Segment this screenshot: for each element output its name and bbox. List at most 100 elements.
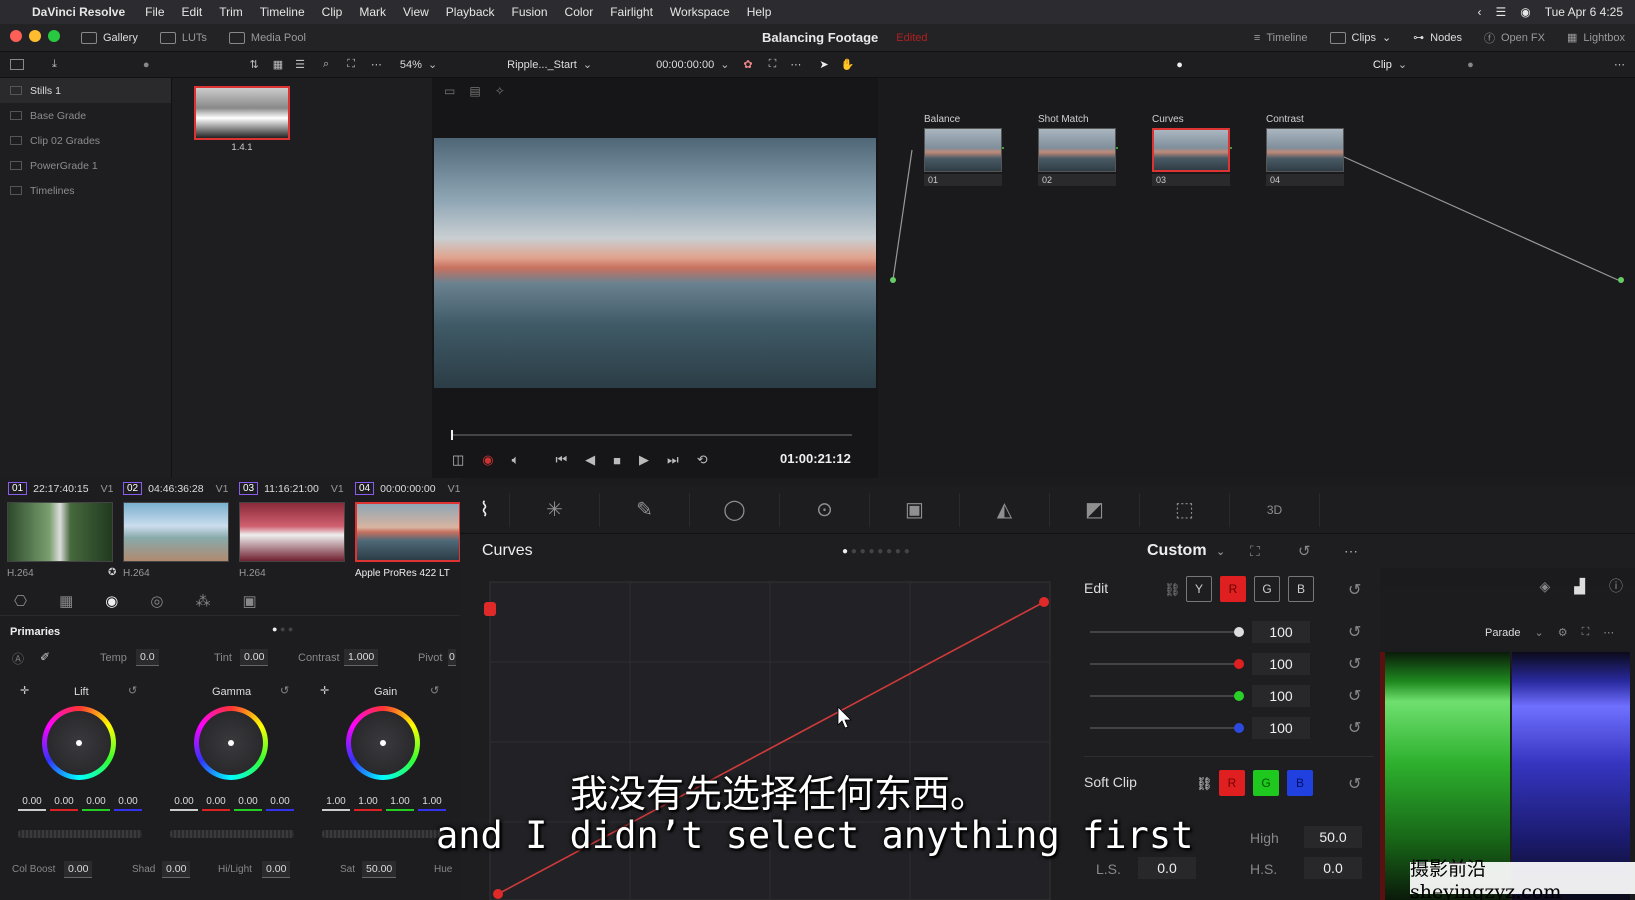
lift-wheel-dot[interactable] [76,740,82,746]
camera-raw-icon[interactable]: ⎔ [14,592,27,610]
clip-thumbnail[interactable] [239,502,345,562]
video-frame[interactable] [434,138,876,388]
reset-icon[interactable]: ↺ [1348,718,1361,738]
3d-icon[interactable]: 3D [1230,492,1320,527]
reset-icon[interactable]: ↺ [1348,622,1361,642]
link-icon[interactable]: ⛓ [1196,776,1213,792]
magic-mask-icon[interactable]: ▣ [870,492,960,527]
curve-preset-select[interactable]: Custom [1147,542,1207,560]
blur-icon[interactable]: ◭ [960,492,1050,527]
picker-icon[interactable]: ✐ [40,650,50,664]
more-icon[interactable]: ⋯ [1614,58,1625,71]
expand-icon[interactable]: ⛶ [1250,543,1260,560]
keyframe-icon[interactable]: ◈ [1539,578,1550,595]
app-name[interactable]: DaVinci Resolve [32,5,125,19]
audio-icon[interactable]: 🔈︎ [512,452,520,468]
lightbox-button[interactable]: ▦ Lightbox [1567,31,1625,45]
gamma-wheel-dot[interactable] [228,740,234,746]
softclip-r-button[interactable]: R [1219,770,1245,796]
gamma-g-value[interactable]: 0.00 [234,796,262,811]
key-icon[interactable]: ◩ [1050,492,1140,527]
sat-value[interactable]: 50.00 [362,861,397,878]
g-slider[interactable] [1090,695,1240,697]
window-icon[interactable]: ◯ [690,492,780,527]
temp-value[interactable]: 0.0 [136,649,159,666]
color-wheels-icon[interactable]: ◉ [105,592,118,610]
menu-trim[interactable]: Trim [219,5,243,19]
more-icon[interactable]: ⋯ [790,58,801,71]
stills-item[interactable]: Clip 02 Grades [0,128,171,153]
node-curves[interactable]: Curves 03 [1152,114,1234,186]
record-icon[interactable]: ◉ [482,452,493,468]
gain-master-wheel[interactable] [322,830,446,838]
channel-g-button[interactable]: G [1254,576,1280,602]
reset-icon[interactable]: ↺ [1348,654,1361,674]
reset-icon[interactable]: ↺ [280,684,289,697]
list-view-icon[interactable]: ☰ [295,58,305,71]
g-value[interactable]: 100 [1252,685,1310,707]
hilight-value[interactable]: 0.00 [262,861,291,878]
viewer-mode-icon[interactable]: ◫ [452,452,464,468]
menu-clip[interactable]: Clip [322,5,343,19]
step-back-icon[interactable]: ◀ [585,452,595,468]
colboost-value[interactable]: 0.00 [64,861,93,878]
gamma-y-value[interactable]: 0.00 [170,796,198,811]
menu-edit[interactable]: Edit [182,5,203,19]
menu-workspace[interactable]: Workspace [670,5,730,19]
page-indicator[interactable]: ● ● ● ● ● ● ● ● [842,546,910,557]
grid-view-icon[interactable]: ▦ [273,58,283,71]
scrubber[interactable] [452,434,852,436]
wipe-icon[interactable]: ▭ [444,84,455,98]
r-slider[interactable] [1090,663,1240,665]
lift-wheel[interactable] [42,706,116,780]
timeline-button[interactable]: ≡ Timeline [1254,32,1308,44]
viewer-timecode[interactable]: 00:00:00:00 [656,59,714,71]
play-icon[interactable]: ▶ [639,452,649,468]
skip-end-icon[interactable]: ⏭ [667,452,679,468]
zoom-select[interactable]: 54% [400,59,422,71]
reset-icon[interactable]: ↺ [1348,686,1361,706]
menu-fusion[interactable]: Fusion [512,5,548,19]
gain-y-value[interactable]: 1.00 [322,796,350,811]
clip-thumbnail[interactable] [355,502,461,562]
luts-button[interactable]: LUTs [159,31,207,44]
settings-icon[interactable]: ⚙ [1558,626,1568,639]
menu-color[interactable]: Color [565,5,594,19]
channel-y-button[interactable]: Y [1186,576,1212,602]
scope-icon[interactable]: ▟ [1574,578,1585,595]
loop-icon[interactable]: ⟲ [697,452,708,468]
gamma-r-value[interactable]: 0.00 [202,796,230,811]
channel-b-button[interactable]: B [1288,576,1314,602]
highlight-icon[interactable]: ✧ [495,84,505,98]
lift-master-wheel[interactable] [18,830,142,838]
r-value[interactable]: 100 [1252,653,1310,675]
maximize-icon[interactable] [48,30,60,42]
menu-view[interactable]: View [403,5,429,19]
stills-item[interactable]: Timelines [0,178,171,203]
more-icon[interactable]: ⋯ [371,58,382,71]
y-slider-knob[interactable] [1234,627,1244,637]
link-icon[interactable]: ⛓ [1164,582,1181,598]
clip-thumbnail[interactable] [7,502,113,562]
menu-timeline[interactable]: Timeline [260,5,305,19]
menu-mark[interactable]: Mark [359,5,386,19]
search-icon[interactable]: ⌕ [323,58,329,71]
fullscreen-icon[interactable]: ⛶ [769,58,777,71]
menu-help[interactable]: Help [747,5,772,19]
pointer-icon[interactable]: ➤ [819,58,828,71]
clip-name-select[interactable]: Ripple..._Start [507,59,577,71]
crosshair-icon[interactable]: ✛ [320,684,329,697]
gain-wheel[interactable] [346,706,420,780]
media-pool-button[interactable]: Media Pool [228,31,306,44]
still-thumbnail[interactable] [194,86,290,140]
gain-b-value[interactable]: 1.00 [418,796,446,811]
y-slider[interactable] [1090,631,1240,633]
channel-r-button[interactable]: R [1220,576,1246,602]
softclip-b-button[interactable]: B [1287,770,1313,796]
rgb-mixer-icon[interactable]: ⁂ [195,592,210,610]
stills-item[interactable]: PowerGrade 1 [0,153,171,178]
clip-thumbnail[interactable] [123,502,229,562]
y-value[interactable]: 100 [1252,621,1310,643]
lift-g-value[interactable]: 0.00 [82,796,110,811]
hdr-icon[interactable]: ◎ [150,592,163,610]
